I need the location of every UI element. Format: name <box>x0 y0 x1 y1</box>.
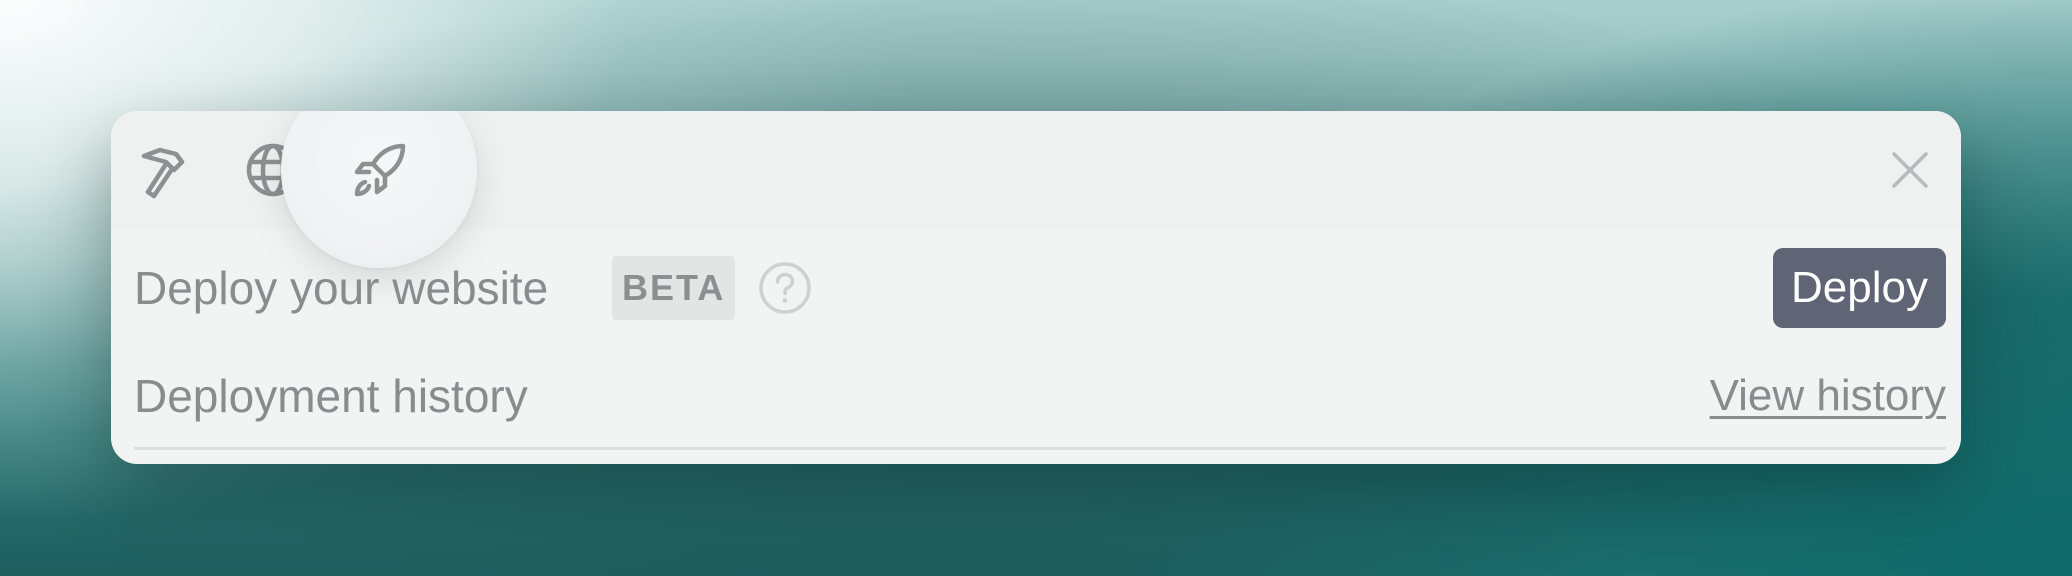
hammer-icon <box>141 147 185 199</box>
close-button[interactable] <box>1879 139 1941 201</box>
deployment-history-label: Deployment history <box>134 370 528 422</box>
question-circle-icon[interactable] <box>758 261 812 315</box>
close-icon <box>1892 152 1928 188</box>
beta-badge: BETA <box>612 256 736 320</box>
divider <box>134 447 1946 450</box>
deploy-label: Deploy your website <box>134 262 549 314</box>
panel-toolbar <box>111 111 1961 268</box>
deploy-panel: Deploy your website BETA Deploy Deployme… <box>111 111 1961 464</box>
deploy-row: Deploy your website BETA Deploy <box>111 243 1961 333</box>
deploy-tab-button[interactable] <box>281 111 477 268</box>
history-row: Deployment history View history <box>111 351 1961 441</box>
rocket-icon <box>354 143 406 197</box>
deploy-button[interactable]: Deploy <box>1773 248 1946 328</box>
build-tab-button[interactable] <box>131 135 201 205</box>
view-history-link[interactable]: View history <box>1710 371 1946 421</box>
